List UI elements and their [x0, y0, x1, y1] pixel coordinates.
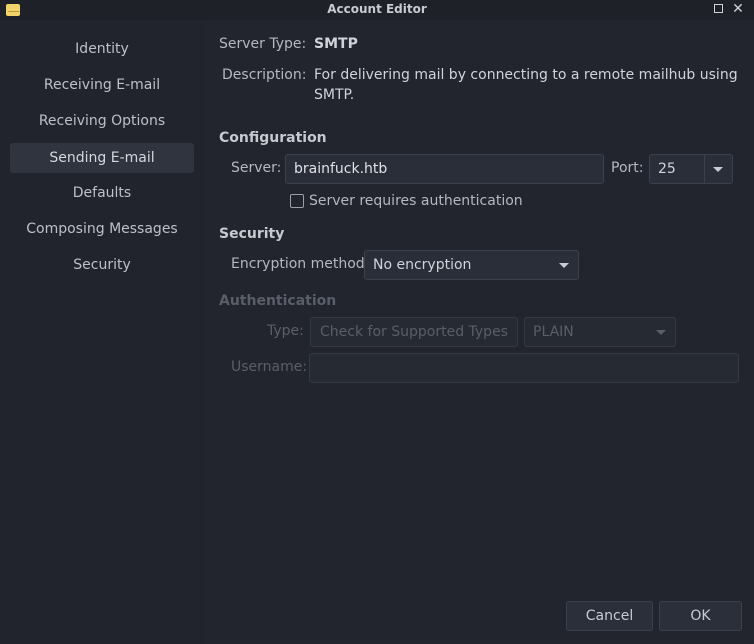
encryption-label: Encryption method: [231, 256, 370, 272]
sidebar-item-composing-messages[interactable]: Composing Messages [10, 214, 194, 244]
server-type-value: SMTP [314, 36, 358, 52]
auth-type-label: Type: [267, 323, 304, 339]
close-icon[interactable]: ✕ [730, 1, 746, 17]
title-bar: Account Editor ✕ [0, 0, 754, 20]
username-input[interactable] [309, 353, 739, 383]
port-value: 25 [658, 161, 676, 177]
server-type-label: Server Type: [219, 36, 307, 52]
auth-type-dropdown[interactable]: PLAIN [524, 317, 676, 347]
security-heading: Security [219, 226, 285, 242]
server-input[interactable]: brainfuck.htb [285, 154, 604, 184]
encryption-dropdown[interactable]: No encryption [364, 250, 579, 280]
maximize-icon[interactable] [710, 1, 726, 17]
sidebar-item-defaults[interactable]: Defaults [10, 178, 194, 208]
check-supported-types-button[interactable]: Check for Supported Types [310, 317, 518, 347]
window-title: Account Editor [327, 2, 427, 16]
ok-button[interactable]: OK [659, 601, 742, 631]
server-label: Server: [231, 160, 282, 176]
chevron-down-icon [656, 330, 666, 335]
chevron-down-icon [713, 167, 723, 172]
description-line-1: For delivering mail by connecting to a r… [314, 67, 738, 83]
sidebar-item-security[interactable]: Security [10, 250, 194, 280]
username-label: Username: [231, 359, 308, 375]
port-combo[interactable]: 25 [649, 154, 733, 184]
encryption-value: No encryption [373, 257, 472, 273]
auth-required-label[interactable]: Server requires authentication [309, 193, 523, 209]
sidebar-item-receiving-options[interactable]: Receiving Options [10, 106, 194, 136]
sidebar: Identity Receiving E-mail Receiving Opti… [0, 20, 205, 644]
port-label: Port: [611, 160, 644, 176]
configuration-heading: Configuration [219, 130, 327, 146]
authentication-heading: Authentication [219, 293, 337, 309]
sidebar-item-sending-email[interactable]: Sending E-mail [10, 143, 194, 173]
sidebar-item-identity[interactable]: Identity [10, 34, 194, 64]
sidebar-item-receiving-email[interactable]: Receiving E-mail [10, 70, 194, 100]
chevron-down-icon [559, 263, 569, 268]
description-label: Description: [222, 67, 307, 83]
description-line-2: SMTP. [314, 87, 355, 103]
auth-required-checkbox[interactable] [290, 194, 304, 208]
auth-type-value: PLAIN [533, 324, 574, 340]
cancel-button[interactable]: Cancel [566, 601, 653, 631]
